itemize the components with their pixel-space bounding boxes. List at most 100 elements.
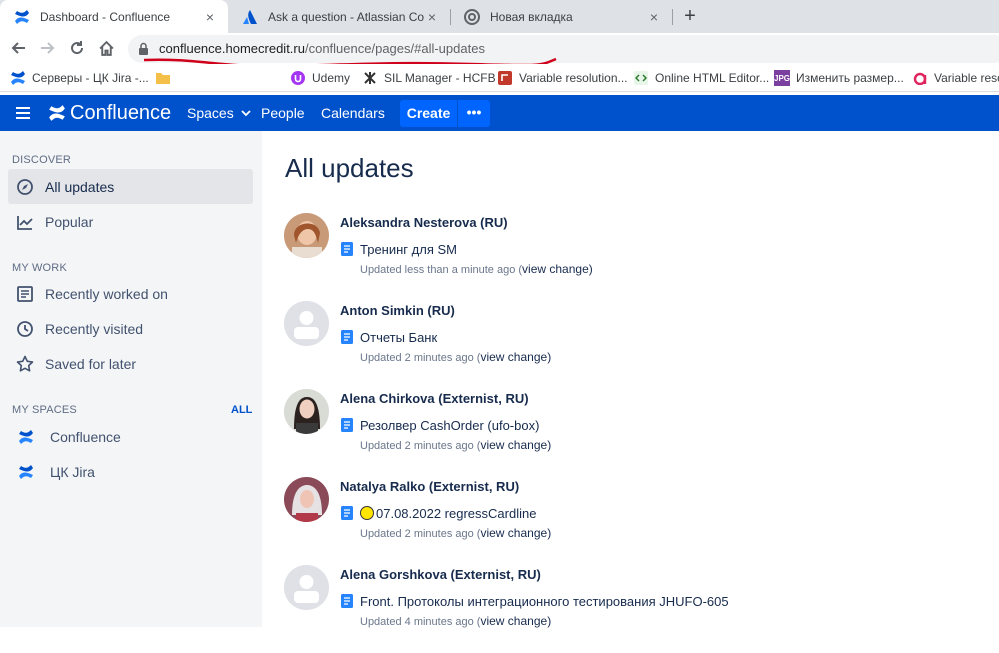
bookmark-variable-resolution[interactable]: Variable resolution... [497, 69, 628, 87]
avatar[interactable] [284, 301, 329, 346]
document-list-icon [15, 284, 35, 304]
tab-close-icon[interactable]: × [424, 9, 440, 25]
tab-new-tab[interactable]: Новая вкладка × [450, 0, 672, 33]
reload-button[interactable] [66, 37, 88, 59]
tab-separator [672, 9, 673, 25]
author-name[interactable]: Alena Chirkova (Externist, RU) [340, 391, 529, 406]
view-change-link[interactable]: view change [522, 262, 589, 276]
tab-close-icon[interactable]: × [202, 9, 218, 25]
bookmarks-bar: Серверы - ЦК Jira -... Udemy SIL Manager… [0, 64, 999, 92]
page-icon [341, 594, 353, 608]
page-title-link: 07.08.2022 regressCardline [376, 505, 537, 521]
reload-icon [71, 41, 84, 55]
author-name[interactable]: Aleksandra Nesterova (RU) [340, 215, 508, 230]
yellow-circle-emoji-icon [360, 506, 374, 520]
sidebar-item-recently-worked[interactable]: Recently worked on [8, 276, 253, 311]
update-time: Updated 2 minutes ago ( [360, 440, 481, 452]
sidebar-item-recently-visited[interactable]: Recently visited [8, 311, 253, 346]
sidebar-item-all-updates[interactable]: All updates [8, 169, 253, 204]
avatar[interactable] [284, 213, 329, 258]
page-link[interactable]: Тренинг для SM [340, 241, 457, 257]
page-title-link: Front. Протоколы интеграционного тестиро… [360, 593, 729, 609]
author-name[interactable]: Anton Simkin (RU) [340, 303, 455, 318]
jpg-icon: JPG [774, 70, 790, 86]
page-link[interactable]: 07.08.2022 regressCardline [340, 505, 536, 521]
list-item: Anton Simkin (RU) Отчеты Банк Updated 2 … [284, 301, 984, 389]
calendars-link[interactable]: Calendars [321, 95, 385, 131]
page-icon [341, 330, 353, 344]
home-button[interactable] [95, 37, 117, 59]
page-link[interactable]: Отчеты Банк [340, 329, 437, 345]
page-icon [341, 242, 353, 256]
avatar[interactable] [284, 565, 329, 610]
forward-arrow-icon [41, 42, 55, 54]
tab-ask-question[interactable]: Ask a question - Atlassian Comm × [228, 0, 450, 33]
back-button[interactable] [7, 37, 29, 59]
confluence-space-icon [16, 427, 36, 447]
spaces-menu[interactable]: Spaces [187, 95, 251, 131]
sidebar-item-popular[interactable]: Popular [8, 204, 253, 239]
tab-dashboard-confluence[interactable]: Dashboard - Confluence × [0, 0, 228, 33]
author-name[interactable]: Alena Gorshkova (Externist, RU) [340, 567, 541, 582]
update-meta: Updated 2 minutes ago (view change) [360, 438, 552, 452]
create-more-button[interactable]: ••• [458, 100, 490, 127]
confluence-logo-text: Confluence [70, 101, 172, 124]
avatar[interactable] [284, 389, 329, 434]
sidebar-item-label: Recently worked on [45, 285, 168, 302]
bookmark-variable-resolution-2[interactable]: Variable resolu [912, 69, 999, 87]
bookmark-udemy[interactable]: Udemy [290, 69, 350, 87]
bookmark-servers-jira[interactable]: Серверы - ЦК Jira -... [10, 69, 149, 87]
confluence-header: Confluence Spaces People Calendars Creat… [0, 95, 999, 131]
sidebar-space-confluence[interactable]: Confluence [8, 419, 253, 454]
sil-manager-icon [362, 70, 378, 86]
variable-resolution-icon [497, 70, 513, 86]
clock-icon [15, 319, 35, 339]
tab-title: Dashboard - Confluence [40, 9, 171, 24]
star-icon [15, 354, 35, 374]
main-content: All updates Aleksandra Nesterova (RU) Тр… [262, 131, 999, 628]
sidebar-item-label: ЦК Jira [50, 463, 95, 480]
all-spaces-link[interactable]: ALL [231, 404, 252, 416]
hamburger-menu-icon[interactable] [13, 105, 33, 121]
view-change-link[interactable]: view change [480, 438, 547, 452]
tab-close-icon[interactable]: × [646, 9, 662, 25]
bookmark-resize-image[interactable]: JPG Изменить размер... [774, 69, 904, 87]
sidebar: DISCOVER All updates Popular MY WORK Rec… [0, 131, 262, 627]
update-time: Updated less than a minute ago ( [360, 264, 523, 276]
view-change-link[interactable]: view change [480, 350, 547, 364]
page-link[interactable]: Резолвер CashOrder (ufo-box) [340, 417, 539, 433]
html-editor-icon [633, 70, 649, 86]
bookmark-label: SIL Manager - HCFB [384, 71, 496, 85]
avatar[interactable] [284, 477, 329, 522]
sidebar-space-ck-jira[interactable]: ЦК Jira [8, 454, 253, 489]
bookmark-sil-manager[interactable]: SIL Manager - HCFB [362, 69, 496, 87]
back-arrow-icon [11, 42, 25, 54]
author-name[interactable]: Natalya Ralko (Externist, RU) [340, 479, 519, 494]
bookmark-label: Серверы - ЦК Jira -... [32, 71, 149, 85]
update-time: Updated 2 minutes ago ( [360, 528, 481, 540]
page-link[interactable]: Front. Протоколы интеграционного тестиро… [340, 593, 729, 609]
address-bar[interactable]: confluence.homecredit.ru/confluence/page… [128, 35, 999, 63]
people-link[interactable]: People [261, 95, 305, 131]
trend-chart-icon [15, 212, 35, 232]
view-change-link[interactable]: view change [480, 614, 547, 628]
new-tab-button[interactable]: + [678, 5, 702, 29]
confluence-space-icon [16, 462, 36, 482]
list-item: Alena Chirkova (Externist, RU) Резолвер … [284, 389, 984, 477]
chrome-favicon-icon [464, 8, 480, 25]
chevron-down-icon [240, 110, 251, 117]
page-icon [341, 418, 353, 432]
sidebar-item-saved-for-later[interactable]: Saved for later [8, 346, 253, 381]
bookmark-label: Variable resolution... [519, 71, 628, 85]
create-button[interactable]: Create [400, 100, 457, 127]
tab-title: Ask a question - Atlassian Comm [268, 9, 424, 24]
list-item: Natalya Ralko (Externist, RU) 07.08.2022… [284, 477, 984, 565]
view-change-link[interactable]: view change [480, 526, 547, 540]
forward-button[interactable] [37, 37, 59, 59]
update-time: Updated 4 minutes ago ( [360, 616, 481, 628]
list-item: Aleksandra Nesterova (RU) Тренинг для SM… [284, 213, 984, 301]
sidebar-item-label: Saved for later [45, 355, 137, 372]
bookmark-folder[interactable] [155, 69, 177, 87]
bookmark-online-html-editor[interactable]: Online HTML Editor... [633, 69, 769, 87]
confluence-logo[interactable]: Confluence [48, 101, 171, 125]
